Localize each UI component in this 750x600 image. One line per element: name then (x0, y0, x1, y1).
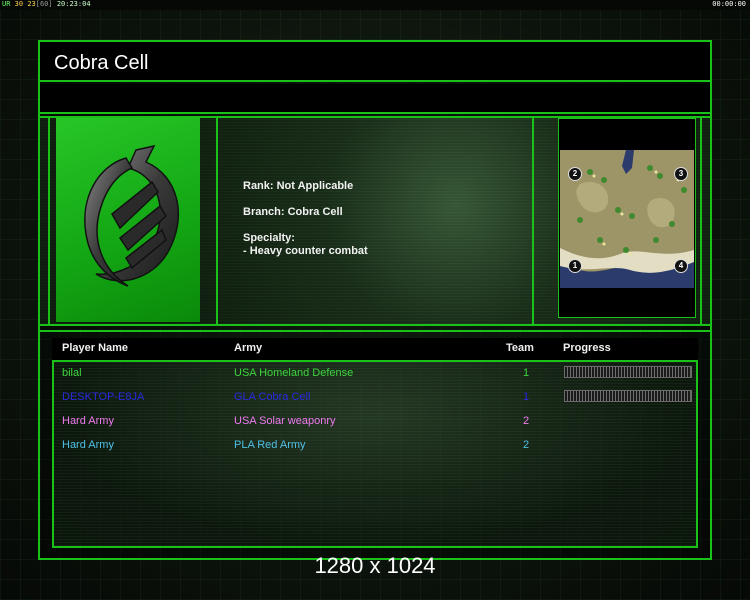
game-timer: 00:00:00 (712, 0, 746, 8)
subtitle-bar (40, 84, 710, 114)
title-bar: Cobra Cell (40, 42, 710, 82)
cobra-cell-emblem-icon (84, 144, 180, 287)
panel-divider (532, 116, 534, 326)
player-team: 2 (523, 439, 530, 451)
panel-divider (700, 116, 702, 326)
general-info-text: Rank: Not Applicable Branch: Cobra Cell … (243, 180, 368, 258)
branch-label: Branch: Cobra Cell (243, 206, 343, 218)
rank-label: Rank: Not Applicable (243, 180, 354, 192)
column-header-army: Army (234, 342, 263, 354)
status-bar: UR 30 23[60] 20:23:04 00:00:00 (0, 0, 750, 10)
player-team: 1 (523, 367, 530, 379)
column-header-team: Team (506, 342, 534, 354)
player-army: USA Solar weaponry (234, 415, 336, 427)
start-position-marker[interactable]: 3 (674, 167, 688, 181)
system-time: 20:23:04 (56, 0, 91, 8)
player-army: GLA Cobra Cell (234, 391, 311, 403)
player-team: 1 (523, 391, 530, 403)
start-position-marker[interactable]: 1 (568, 259, 582, 273)
start-position-marker[interactable]: 4 (674, 259, 688, 273)
progress-bar (564, 390, 692, 402)
fps-counter: UR 30 23[60] 20:23:04 (2, 0, 91, 8)
specialty-value: - Heavy counter combat (243, 245, 368, 257)
panel-divider (48, 116, 50, 326)
resolution-label: 1280 x 1024 (314, 553, 436, 578)
page-title: Cobra Cell (54, 52, 149, 74)
player-name: Hard Army (62, 415, 114, 427)
specialty-heading: Specialty: (243, 232, 295, 244)
faction-logo (56, 118, 200, 322)
start-position-marker[interactable]: 2 (568, 167, 582, 181)
column-header-progress: Progress (563, 342, 611, 354)
player-name: Hard Army (62, 439, 114, 451)
players-list (52, 360, 698, 548)
minimap: 2 3 1 4 (560, 150, 694, 288)
player-name: DESKTOP-E8JA (62, 391, 145, 403)
player-army: PLA Red Army (234, 439, 306, 451)
panel-divider (216, 116, 218, 326)
progress-bar (564, 366, 692, 378)
column-header-player-name: Player Name (62, 342, 129, 354)
player-army: USA Homeland Defense (234, 367, 354, 379)
player-name: bilal (62, 367, 82, 379)
player-team: 2 (523, 415, 530, 427)
